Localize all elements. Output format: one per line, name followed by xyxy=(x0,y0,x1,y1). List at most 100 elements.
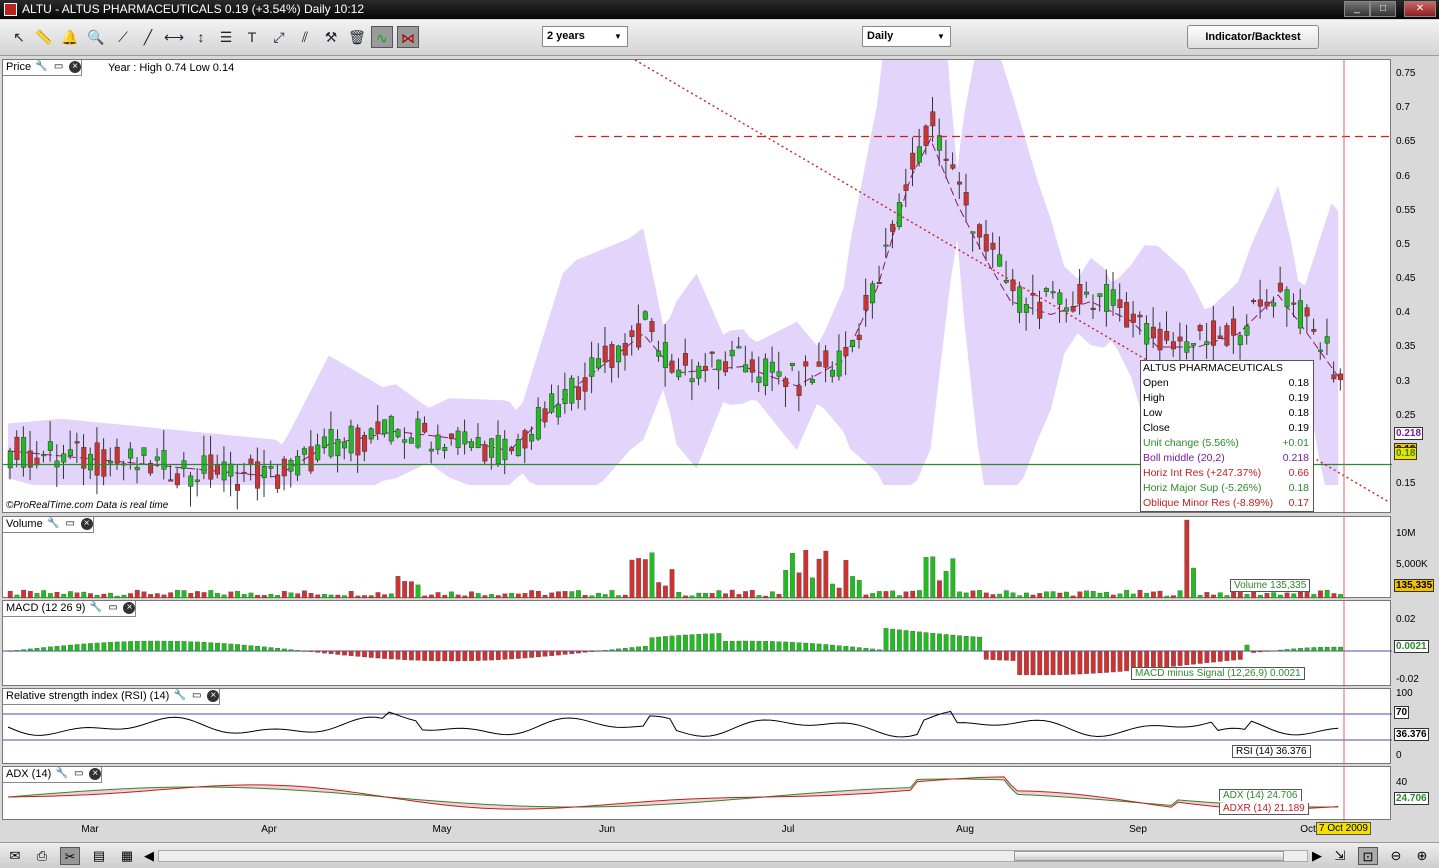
close-icon[interactable]: × xyxy=(80,518,93,531)
macd-bar xyxy=(990,650,996,660)
scrollbar-thumb[interactable] xyxy=(1014,851,1284,861)
zoom-in-icon[interactable]: ⊕ xyxy=(1412,847,1432,865)
window-icon[interactable]: ▭ xyxy=(64,518,77,530)
horizontal-scrollbar[interactable] xyxy=(158,850,1308,862)
window-icon[interactable]: ▭ xyxy=(190,690,203,702)
info-row: Close 0.19 xyxy=(1143,422,1311,437)
indicator-backtest-button[interactable]: Indicator/Backtest xyxy=(1187,25,1319,49)
app-icon xyxy=(4,3,17,16)
macd-bar xyxy=(108,642,113,652)
macd-bar xyxy=(215,642,220,652)
horizontal-line-icon[interactable]: ⟷ xyxy=(163,26,185,48)
indicator-icon[interactable]: ∿ xyxy=(371,26,393,48)
wrench-icon[interactable]: 🔧 xyxy=(35,61,48,73)
scroll-right-icon[interactable]: ▶ xyxy=(1310,847,1324,865)
volume-bar xyxy=(1090,591,1096,599)
volume-bar xyxy=(903,591,909,599)
axis-tick: 100 xyxy=(1396,688,1413,699)
ruler-icon[interactable]: 📏 xyxy=(33,26,55,48)
volume-bar xyxy=(589,595,595,599)
chart-list-icon[interactable]: ▦ xyxy=(117,847,137,865)
candle-body xyxy=(916,146,922,163)
macd-panel[interactable]: MACD (12 26 9) 🔧 ▭ × MACD minus Signal (12,… xyxy=(2,600,1392,687)
candle-body xyxy=(923,125,929,146)
macd-bar xyxy=(7,650,13,652)
interval-select[interactable]: Daily ▼ xyxy=(862,26,951,47)
mail-icon[interactable]: ✉ xyxy=(5,847,25,865)
macd-bar xyxy=(221,643,227,652)
macd-bar xyxy=(181,641,187,652)
window-icon[interactable]: ▭ xyxy=(106,602,119,614)
volume-bar xyxy=(529,590,535,599)
text-icon[interactable]: T xyxy=(241,26,263,48)
candle-body xyxy=(321,436,327,449)
autoscale-icon[interactable]: ⇲ xyxy=(1330,847,1350,865)
line-icon[interactable]: ⟋ xyxy=(112,26,134,48)
vertical-line-icon[interactable]: ↕ xyxy=(190,26,212,48)
zoom-icon[interactable]: 🔍 xyxy=(85,26,107,48)
window-icon[interactable]: ▭ xyxy=(52,61,65,73)
alarm-icon[interactable]: 🔔 xyxy=(59,26,81,48)
macd-bar xyxy=(515,650,521,659)
scroll-left-icon[interactable]: ◀ xyxy=(142,847,156,865)
macd-bar xyxy=(736,640,742,652)
wrench-icon[interactable]: 🔧 xyxy=(89,602,102,614)
zoom-out-icon[interactable]: ⊖ xyxy=(1386,847,1406,865)
adx-panel[interactable]: ADX (14) 🔧 ▭ × ADX (14) 24.706 ADXR (14) 21… xyxy=(2,766,1391,821)
volume-panel[interactable]: Volume 🔧 ▭ × Volume 135,335 xyxy=(2,516,1391,599)
volume-bar xyxy=(943,571,949,599)
volume-bar xyxy=(382,594,388,599)
volume-tag: 135,335 xyxy=(1394,579,1435,592)
volume-bar xyxy=(850,576,855,599)
close-icon[interactable]: × xyxy=(69,61,82,74)
fib-icon[interactable]: ☰ xyxy=(215,26,237,48)
tools-icon[interactable]: ⚒ xyxy=(320,26,342,48)
close-icon[interactable]: × xyxy=(89,768,102,781)
macd-bar xyxy=(88,643,93,652)
trash-icon[interactable]: 🗑 xyxy=(346,26,368,48)
zoom-area-icon[interactable]: ⊡ xyxy=(1358,847,1378,865)
volume-bar xyxy=(408,581,414,599)
pattern-icon[interactable]: ⋈ xyxy=(397,26,419,48)
candle-body xyxy=(1237,335,1243,346)
macd-bar xyxy=(1271,650,1277,652)
axis-tick: 0.25 xyxy=(1396,409,1416,421)
candle-body xyxy=(1124,302,1130,328)
close-icon[interactable]: × xyxy=(123,602,136,615)
volume-bar xyxy=(195,591,200,599)
macd-bar xyxy=(1324,646,1330,652)
minimize-button[interactable]: _ xyxy=(1344,1,1370,17)
crosshair-icon[interactable]: ✂ xyxy=(60,847,80,865)
close-icon[interactable]: × xyxy=(207,690,220,703)
channel-icon[interactable]: ⫽ xyxy=(294,26,316,48)
volume-bar xyxy=(896,595,902,599)
print-icon[interactable]: ⎙ xyxy=(32,847,52,865)
pointer-icon[interactable]: ↖ xyxy=(8,26,30,48)
wrench-icon[interactable]: 🔧 xyxy=(173,690,186,702)
maximize-button[interactable]: □ xyxy=(1370,1,1396,17)
wrench-icon[interactable]: 🔧 xyxy=(47,518,60,530)
properties-icon[interactable]: ▤ xyxy=(89,847,109,865)
volume-bar xyxy=(1077,591,1083,599)
macd-bar xyxy=(709,633,715,652)
wrench-icon[interactable]: 🔧 xyxy=(55,768,68,780)
candle-body xyxy=(1224,325,1230,346)
rsi-panel[interactable]: Relative strength index (RSI) (14) 🔧 ▭ × RS… xyxy=(2,688,1392,765)
volume-bar xyxy=(876,591,882,599)
window-icon[interactable]: ▭ xyxy=(72,768,85,780)
trendline-icon[interactable]: ╱ xyxy=(137,26,159,48)
macd-bar xyxy=(1304,647,1310,652)
macd-bar xyxy=(301,650,307,652)
close-button[interactable]: ✕ xyxy=(1404,1,1436,17)
macd-bar xyxy=(261,646,267,652)
volume-bar xyxy=(114,595,120,599)
volume-bar xyxy=(656,582,662,599)
volume-bar xyxy=(101,593,107,599)
arrow-icon[interactable]: ⤢ xyxy=(268,26,290,48)
period-select[interactable]: 2 years ▼ xyxy=(542,26,628,47)
price-panel[interactable]: Price 🔧 ▭ × Year : High 0.74 Low 0.14 ©ProR… xyxy=(2,59,1392,514)
volume-bar xyxy=(288,592,294,599)
candle-body xyxy=(1017,286,1023,313)
volume-bar xyxy=(1237,592,1243,599)
macd-bar xyxy=(763,641,769,652)
